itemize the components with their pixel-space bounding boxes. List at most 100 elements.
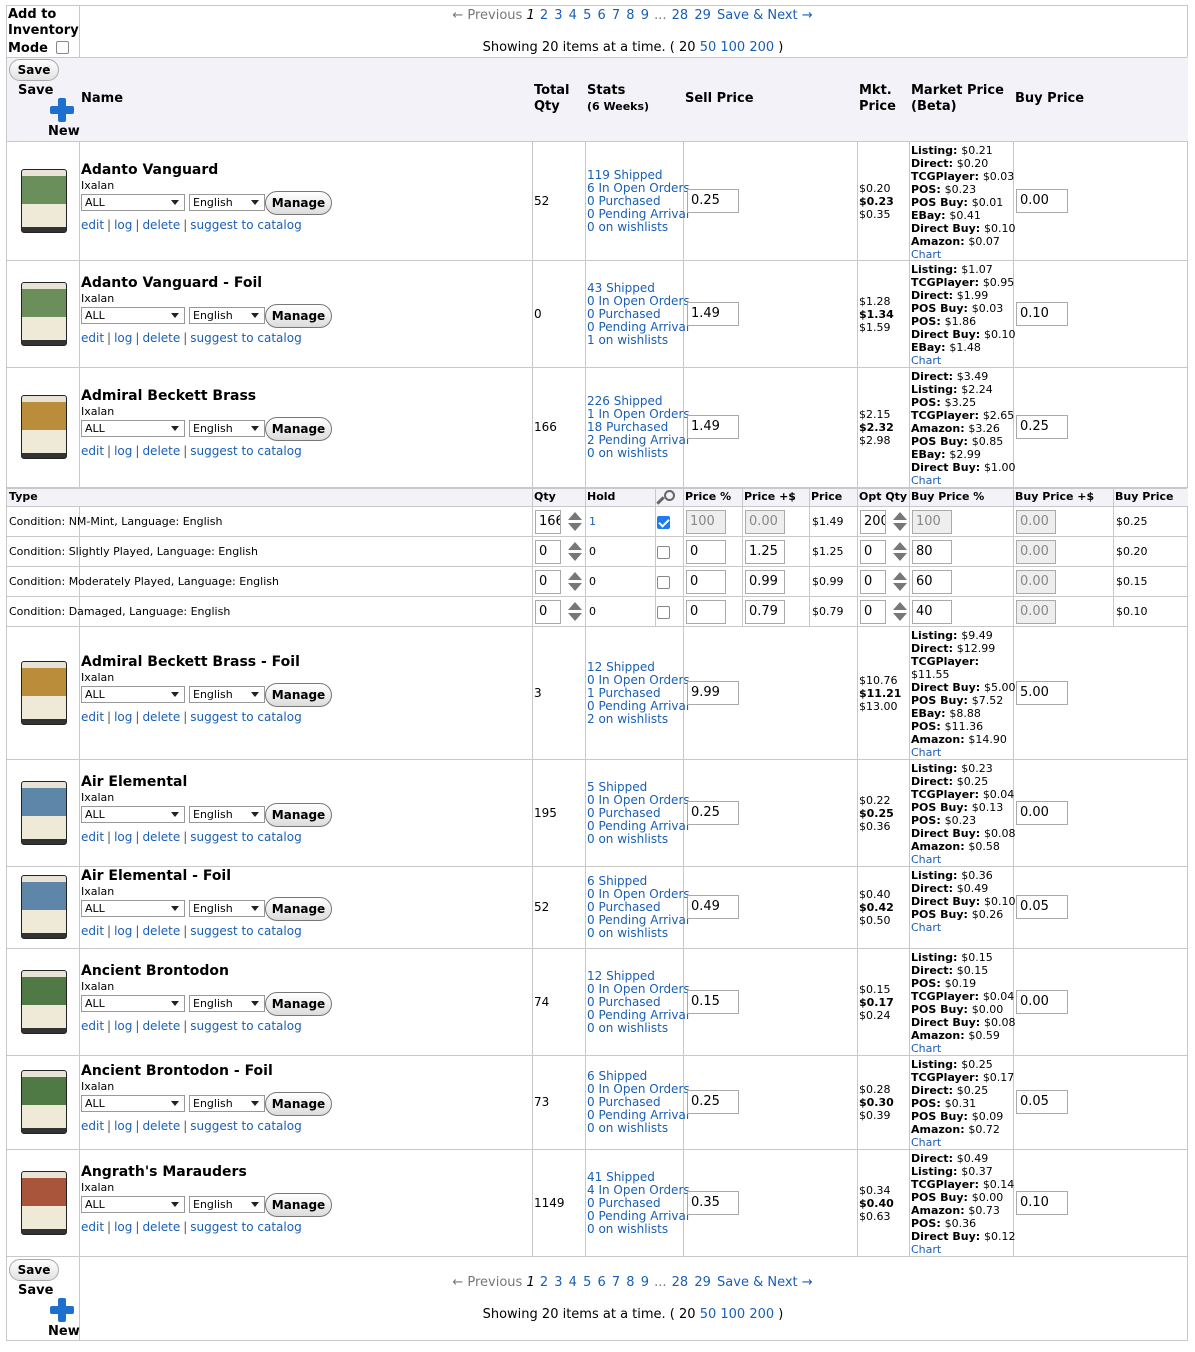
chart-link[interactable]: Chart xyxy=(911,354,1016,367)
opt-qty-input[interactable]: 200 xyxy=(860,510,886,534)
qty-stepper[interactable] xyxy=(568,571,582,593)
product-delete-link[interactable]: delete xyxy=(142,331,180,345)
page-link[interactable]: 3 xyxy=(550,8,562,23)
chart-link[interactable]: Chart xyxy=(911,1042,1016,1055)
chart-link[interactable]: Chart xyxy=(911,746,1016,759)
product-suggest-link[interactable]: suggest to catalog xyxy=(190,444,301,458)
language-select[interactable]: English xyxy=(189,805,265,823)
product-edit-link[interactable]: edit xyxy=(81,1019,104,1033)
buy-plus-input[interactable]: 0.00 xyxy=(1016,600,1056,624)
save-next-link[interactable]: Save & Next → xyxy=(717,1275,813,1290)
add-new-icon[interactable] xyxy=(50,98,74,122)
page-link[interactable]: 6 xyxy=(593,1275,605,1290)
stat-link[interactable]: 119 Shipped xyxy=(587,168,690,182)
product-log-link[interactable]: log xyxy=(114,444,132,458)
opt-qty-stepper[interactable] xyxy=(893,541,907,563)
buy-percent-input[interactable]: 60 xyxy=(912,570,952,594)
stat-link[interactable]: 2 on wishlists xyxy=(587,712,690,726)
product-suggest-link[interactable]: suggest to catalog xyxy=(190,1220,301,1234)
language-select[interactable]: English xyxy=(189,306,265,324)
page-link[interactable]: 29 xyxy=(694,1275,715,1290)
hold-checkbox[interactable] xyxy=(657,576,670,589)
stat-link[interactable]: 0 Purchased xyxy=(587,1196,690,1210)
language-select[interactable]: English xyxy=(189,420,265,437)
save-button-bottom[interactable]: Save xyxy=(9,1259,59,1281)
stat-link[interactable]: 0 In Open Orders xyxy=(587,793,690,807)
manage-button[interactable]: Manage xyxy=(265,802,332,827)
price-plus-input[interactable]: 1.25 xyxy=(745,540,785,564)
language-select[interactable]: English xyxy=(189,900,265,917)
stat-link[interactable]: 0 on wishlists xyxy=(587,832,690,846)
language-select[interactable]: English xyxy=(189,1195,265,1213)
filter-select[interactable]: ALL xyxy=(81,420,185,437)
product-edit-link[interactable]: edit xyxy=(81,1220,104,1234)
filter-select[interactable]: ALL xyxy=(81,1195,185,1213)
chart-link[interactable]: Chart xyxy=(911,474,1016,487)
opt-qty-input[interactable]: 0 xyxy=(860,570,886,594)
chart-link[interactable]: Chart xyxy=(911,1136,1016,1149)
product-delete-link[interactable]: delete xyxy=(142,218,180,232)
buy-price-input[interactable]: 5.00 xyxy=(1016,680,1068,705)
stat-link[interactable]: 12 Shipped xyxy=(587,660,690,674)
stat-link[interactable]: 0 Pending Arrival xyxy=(587,1008,690,1022)
stat-link[interactable]: 0 Pending Arrival xyxy=(587,320,690,334)
per-page-link[interactable]: 200 xyxy=(749,1307,778,1322)
product-name[interactable]: Admiral Beckett Brass - Foil xyxy=(81,654,300,670)
stat-link[interactable]: 0 In Open Orders xyxy=(587,673,690,687)
buy-price-input[interactable]: 0.10 xyxy=(1016,301,1068,326)
page-link[interactable]: 28 xyxy=(672,1275,693,1290)
product-edit-link[interactable]: edit xyxy=(81,924,104,938)
chart-link[interactable]: Chart xyxy=(911,248,1016,261)
page-link[interactable]: 9 xyxy=(637,1275,649,1290)
language-select[interactable]: English xyxy=(189,1095,265,1112)
product-delete-link[interactable]: delete xyxy=(142,1220,180,1234)
stat-link[interactable]: 0 Pending Arrival xyxy=(587,699,690,713)
previous-link[interactable]: ← Previous xyxy=(452,8,526,23)
product-suggest-link[interactable]: suggest to catalog xyxy=(190,218,301,232)
product-name[interactable]: Air Elemental xyxy=(81,774,187,790)
page-link[interactable]: 4 xyxy=(565,8,577,23)
condition-qty-input[interactable]: 0 xyxy=(535,540,561,564)
page-link[interactable]: 2 xyxy=(536,8,548,23)
buy-price-input[interactable]: 0.00 xyxy=(1016,188,1068,213)
product-edit-link[interactable]: edit xyxy=(81,1119,104,1133)
stat-link[interactable]: 5 Shipped xyxy=(587,780,690,794)
qty-stepper[interactable] xyxy=(568,511,582,533)
stat-link[interactable]: 0 on wishlists xyxy=(587,447,690,460)
stat-link[interactable]: 0 on wishlists xyxy=(587,1122,690,1135)
filter-select[interactable]: ALL xyxy=(81,994,185,1012)
buy-price-input[interactable]: 0.00 xyxy=(1016,800,1068,825)
stat-link[interactable]: 0 Purchased xyxy=(587,806,690,820)
product-delete-link[interactable]: delete xyxy=(142,710,180,724)
price-percent-input[interactable]: 0 xyxy=(686,570,726,594)
stat-link[interactable]: 1 on wishlists xyxy=(587,333,690,347)
manage-button[interactable]: Manage xyxy=(265,190,332,215)
save-button[interactable]: Save xyxy=(9,59,59,81)
product-log-link[interactable]: log xyxy=(114,710,132,724)
page-link[interactable]: 7 xyxy=(608,8,620,23)
language-select[interactable]: English xyxy=(189,685,265,703)
buy-plus-input[interactable]: 0.00 xyxy=(1016,540,1056,564)
add-new-icon-bottom[interactable] xyxy=(50,1298,74,1322)
page-link[interactable]: 28 xyxy=(672,8,693,23)
product-delete-link[interactable]: delete xyxy=(142,1019,180,1033)
product-suggest-link[interactable]: suggest to catalog xyxy=(190,331,301,345)
product-suggest-link[interactable]: suggest to catalog xyxy=(190,924,301,938)
manage-button[interactable]: Manage xyxy=(265,991,332,1016)
product-edit-link[interactable]: edit xyxy=(81,218,104,232)
product-edit-link[interactable]: edit xyxy=(81,830,104,844)
opt-qty-stepper[interactable] xyxy=(893,571,907,593)
buy-price-input[interactable]: 0.05 xyxy=(1016,895,1068,919)
per-page-link[interactable]: 50 xyxy=(700,1307,721,1322)
chart-link[interactable]: Chart xyxy=(911,921,1016,934)
col-sell-price[interactable]: Sell Price xyxy=(685,91,754,107)
product-log-link[interactable]: log xyxy=(114,830,132,844)
sell-price-input[interactable]: 0.15 xyxy=(687,989,739,1014)
product-delete-link[interactable]: delete xyxy=(142,444,180,458)
hold-checkbox[interactable] xyxy=(657,606,670,619)
manage-button[interactable]: Manage xyxy=(265,417,332,441)
col-total-qty[interactable]: Total Qty xyxy=(534,83,578,115)
hold-checkbox[interactable] xyxy=(657,546,670,559)
stat-link[interactable]: 0 In Open Orders xyxy=(587,982,690,996)
condition-qty-input[interactable]: 0 xyxy=(535,570,561,594)
